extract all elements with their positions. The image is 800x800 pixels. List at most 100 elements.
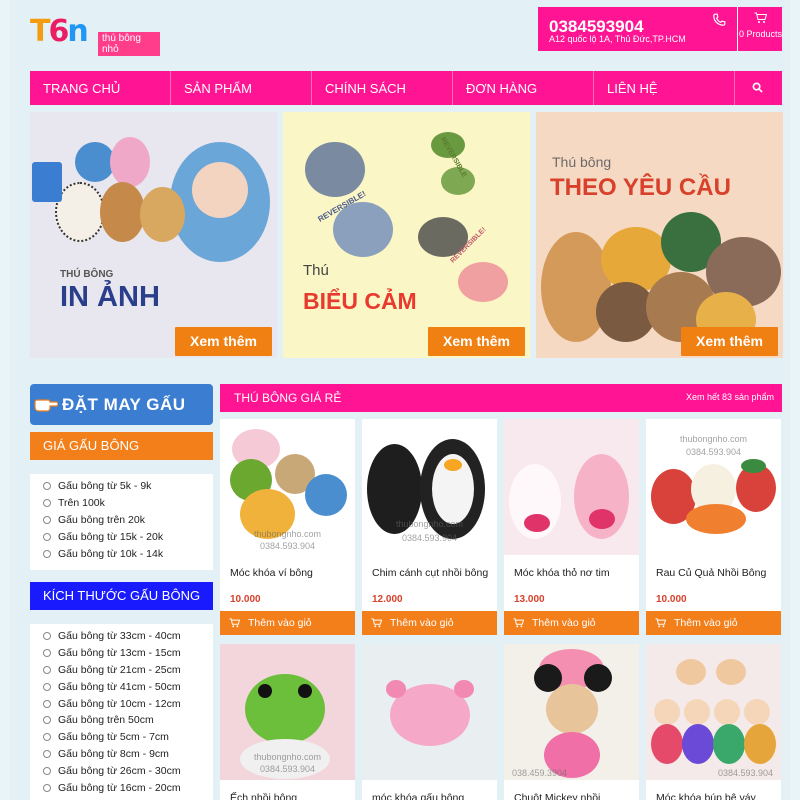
site-logo[interactable]: T6n thú bông nhỏ	[30, 14, 160, 56]
product-image[interactable]: thubongnho.com 0384.593.904	[646, 419, 781, 555]
radio-icon[interactable]	[43, 749, 51, 758]
product-shape	[589, 509, 615, 529]
banner-reversible-plush[interactable]: REVERSIBLE! REVERSIBLE REVERSIBLE! Thú B…	[283, 112, 530, 358]
plush-image	[140, 187, 185, 242]
product-image[interactable]: 0384.593.904	[646, 644, 781, 780]
nav-home[interactable]: TRANG CHỦ	[30, 71, 171, 105]
banner-more-button[interactable]: Xem thêm	[681, 327, 778, 356]
product-shape	[546, 684, 598, 734]
product-name[interactable]: Móc khóa ví bông	[230, 567, 348, 579]
product-name[interactable]: Chim cánh cụt nhồi bông	[372, 567, 490, 579]
nav-contact[interactable]: LIÊN HỆ	[594, 71, 735, 105]
product-price: 13.000	[514, 594, 545, 605]
product-shape	[245, 674, 325, 744]
product-card[interactable]: thubongnho.com 0384.593.904 Chim cánh cụ…	[362, 419, 497, 635]
price-filter-option[interactable]: Gấu bông từ 5k - 9k	[30, 478, 213, 495]
product-image[interactable]	[362, 644, 497, 780]
phone-icon	[713, 13, 726, 26]
size-filter-option[interactable]: Gấu bông từ 16cm - 20cm	[30, 779, 213, 796]
contact-box[interactable]: 0384593904 A12 quốc lộ 1A, Thủ Đức,TP.HC…	[538, 7, 737, 51]
size-filter-label: Gấu bông từ 8cm - 9cm	[58, 747, 169, 760]
radio-icon[interactable]	[43, 716, 51, 725]
radio-icon[interactable]	[43, 499, 51, 508]
add-to-cart-button[interactable]: Thêm vào giỏ	[220, 611, 355, 635]
radio-icon[interactable]	[43, 783, 51, 792]
price-filter-option[interactable]: Gấu bông từ 10k - 14k	[30, 545, 213, 562]
product-name[interactable]: móc khóa gấu bông	[372, 792, 490, 800]
nav-search-button[interactable]	[735, 71, 781, 105]
radio-icon[interactable]	[43, 515, 51, 524]
radio-icon[interactable]	[43, 549, 51, 558]
cart-icon	[229, 618, 240, 628]
banner-title: THEO YÊU CẦU	[550, 174, 731, 201]
product-card[interactable]: Móc khóa thỏ nơ tim 13.000 Thêm vào giỏ	[504, 419, 639, 635]
size-filter-option[interactable]: Gấu bông từ 26cm - 30cm	[30, 762, 213, 779]
custom-order-button[interactable]: ĐẶT MAY GẤU BÔNG	[30, 384, 213, 455]
radio-icon[interactable]	[43, 532, 51, 541]
radio-icon[interactable]	[43, 766, 51, 775]
size-filter-option[interactable]: Gấu bông từ 33cm - 40cm	[30, 628, 213, 645]
size-filter-option[interactable]: Gấu bông trên 50cm	[30, 712, 213, 729]
radio-icon[interactable]	[43, 682, 51, 691]
watermark-phone: 0384.593.904	[401, 533, 458, 543]
size-filter-option[interactable]: Gấu bông từ 41cm - 50cm	[30, 678, 213, 695]
plush-image	[192, 162, 248, 218]
product-image[interactable]	[504, 419, 639, 555]
product-shape	[741, 459, 766, 473]
size-filter-option[interactable]: Gấu bông từ 13cm - 15cm	[30, 645, 213, 662]
price-filter-option[interactable]: Gấu bông trên 20k	[30, 512, 213, 529]
product-name[interactable]: Móc khóa búp bê váy	[656, 792, 774, 800]
add-to-cart-button[interactable]: Thêm vào giỏ	[504, 611, 639, 635]
product-card[interactable]: thubongnho.com 0384.593.904 Rau Củ Quả N…	[646, 419, 781, 635]
see-all-link[interactable]: Xem hết 83 sản phẩm	[686, 392, 774, 402]
cart-button[interactable]: 0 Products	[737, 7, 782, 51]
price-filter-option[interactable]: Gấu bông từ 15k - 20k	[30, 528, 213, 545]
add-to-cart-label: Thêm vào giỏ	[248, 617, 312, 629]
banner-more-button[interactable]: Xem thêm	[428, 327, 525, 356]
banner-custom-plush[interactable]: Thú bông THEO YÊU CẦU Xem thêm	[536, 112, 783, 358]
product-shape	[651, 724, 683, 764]
add-to-cart-button[interactable]: Thêm vào giỏ	[646, 611, 781, 635]
radio-icon[interactable]	[43, 632, 51, 641]
size-filter-option[interactable]: Gấu bông từ 5cm - 7cm	[30, 729, 213, 746]
plush-image	[75, 142, 115, 182]
size-filter-label: Gấu bông từ 16cm - 20cm	[58, 781, 181, 794]
size-filter-option[interactable]: Gấu bông từ 21cm - 25cm	[30, 662, 213, 679]
add-to-cart-button[interactable]: Thêm vào giỏ	[362, 611, 497, 635]
watermark-text: thubongnho.com	[679, 434, 748, 444]
banner-more-button[interactable]: Xem thêm	[175, 327, 272, 356]
size-filter-label: Gấu bông từ 41cm - 50cm	[58, 680, 181, 693]
radio-icon[interactable]	[43, 733, 51, 742]
product-card[interactable]: thubongnho.com 0384.593.904 Móc khóa ví …	[220, 419, 355, 635]
radio-icon[interactable]	[43, 482, 51, 491]
banner-subtitle: THÚ BÔNG	[60, 269, 114, 280]
product-name[interactable]: Ếch nhồi bông	[230, 792, 348, 800]
product-image[interactable]: 038.459.3904	[504, 644, 639, 780]
radio-icon[interactable]	[43, 699, 51, 708]
product-name[interactable]: Móc khóa thỏ nơ tim	[514, 567, 632, 579]
nav-policy[interactable]: CHÍNH SÁCH	[312, 71, 453, 105]
product-image[interactable]: thubongnho.com 0384.593.904	[220, 419, 355, 555]
product-price: 10.000	[656, 594, 687, 605]
product-card[interactable]: thubongnho.com 0384.593.904 Ếch nhồi bôn…	[220, 644, 355, 800]
product-card[interactable]: 038.459.3904 Chuột Mickey nhồi	[504, 644, 639, 800]
radio-icon[interactable]	[43, 665, 51, 674]
product-shape	[713, 724, 745, 764]
size-filter-option[interactable]: Gấu bông từ 10cm - 12cm	[30, 695, 213, 712]
size-filter-option[interactable]: Gấu bông từ 8cm - 9cm	[30, 746, 213, 763]
product-name[interactable]: Rau Củ Quả Nhồi Bông	[656, 567, 774, 579]
radio-icon[interactable]	[43, 649, 51, 658]
nav-orders[interactable]: ĐƠN HÀNG	[453, 71, 594, 105]
product-shape	[744, 699, 770, 725]
watermark-text: thubongnho.com	[253, 529, 322, 539]
banner-photo-plush[interactable]: THÚ BÔNG IN ẢNH Xem thêm	[30, 112, 277, 358]
product-shape	[584, 664, 612, 692]
nav-products[interactable]: SẢN PHẨM	[171, 71, 312, 105]
product-name[interactable]: Chuột Mickey nhồi	[514, 792, 632, 800]
price-filter-option[interactable]: Trên 100k	[30, 495, 213, 512]
product-image[interactable]: thubongnho.com 0384.593.904	[362, 419, 497, 555]
product-shape	[682, 724, 714, 764]
product-image[interactable]: thubongnho.com 0384.593.904	[220, 644, 355, 780]
product-card[interactable]: 0384.593.904 Móc khóa búp bê váy	[646, 644, 781, 800]
product-card[interactable]: móc khóa gấu bông	[362, 644, 497, 800]
